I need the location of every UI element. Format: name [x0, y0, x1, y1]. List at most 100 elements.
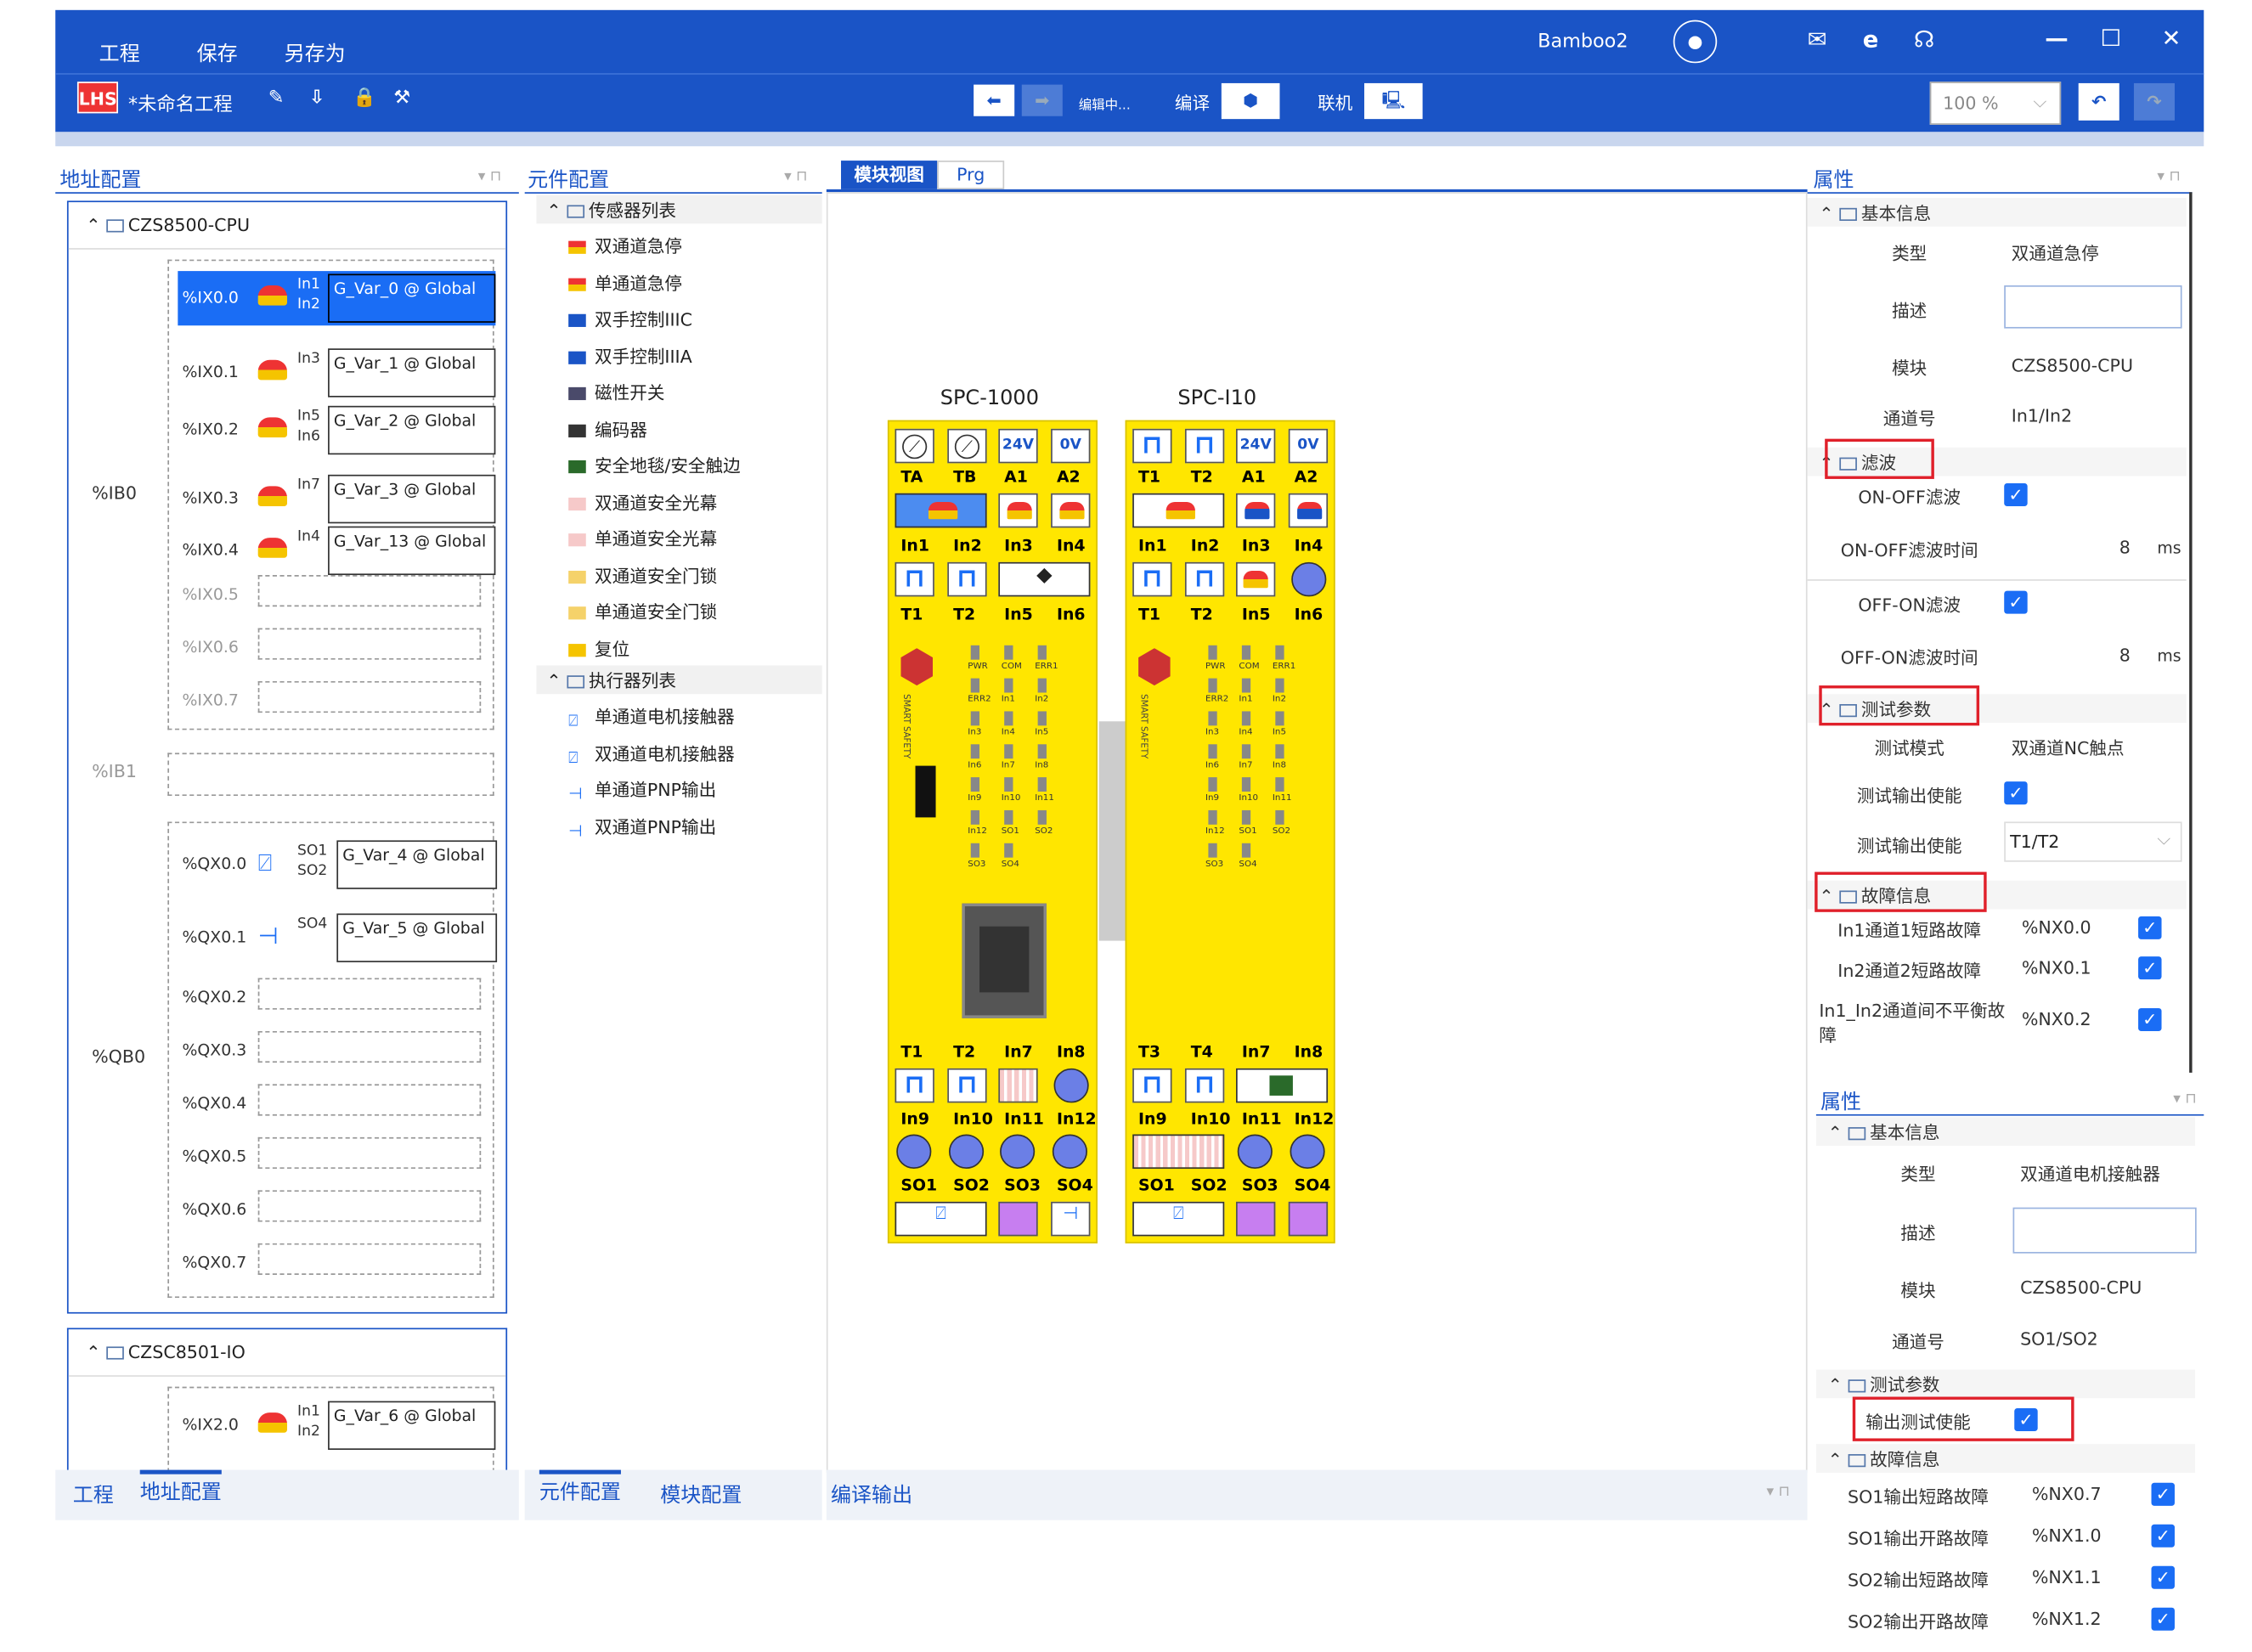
library-sensor-item[interactable]: 编码器	[568, 416, 647, 441]
variable-box[interactable]: G_Var_2 @ Global	[328, 405, 496, 455]
checkbox[interactable]: ✓	[2004, 482, 2028, 507]
empty-slot[interactable]	[257, 1243, 482, 1275]
online-button[interactable]: 🖳	[1363, 82, 1423, 120]
menu-save-as[interactable]: 另存为	[285, 39, 346, 68]
sensor-group-header[interactable]: ⌃ 传感器列表	[546, 198, 676, 223]
description-input[interactable]	[2012, 1207, 2197, 1254]
test-output-select[interactable]: T1/T2 ⌵	[2004, 821, 2182, 862]
browser-icon[interactable]: e	[1863, 25, 1879, 53]
transistor-cell[interactable]: ⊣	[1051, 1201, 1091, 1237]
pulse-cell[interactable]: ⊓	[1184, 428, 1225, 464]
wechat-icon[interactable]: ✉	[1808, 25, 1827, 53]
variable-box[interactable]: G_Var_6 @ Global	[328, 1401, 496, 1450]
power-cell[interactable]: 24V	[998, 428, 1038, 464]
input-row[interactable]: %IX0.4 In4 G_Var_13 @ Global	[182, 523, 496, 578]
terminal-cell[interactable]	[1051, 493, 1091, 528]
empty-input-circle[interactable]	[1053, 1068, 1089, 1103]
library-actuator-item[interactable]: ⍁ 双通道电机接触器	[568, 741, 735, 766]
power-cell[interactable]: 0V	[1288, 428, 1329, 464]
magnet-switch-cell[interactable]: ◆	[998, 561, 1091, 597]
tab-prg[interactable]: Prg	[937, 161, 1005, 189]
empty-input-circle[interactable]	[896, 1134, 932, 1170]
contactor-cell[interactable]: ⍁	[895, 1201, 987, 1237]
pulse-cell[interactable]: ⊓	[947, 561, 987, 597]
support-icon[interactable]: ☊	[1914, 25, 1934, 53]
library-sensor-item[interactable]: 双通道安全光幕	[568, 490, 717, 515]
variable-box[interactable]: G_Var_3 @ Global	[328, 474, 496, 524]
checkbox[interactable]: ✓	[2138, 916, 2162, 939]
estop-channel-cell[interactable]	[1132, 493, 1225, 528]
terminal-cell[interactable]	[1235, 561, 1276, 597]
pulse-cell[interactable]: ⊓	[1132, 1068, 1172, 1103]
forward-arrow-icon[interactable]: ➡	[1021, 84, 1063, 116]
tool-icon[interactable]: ⚒	[393, 87, 410, 109]
compile-button[interactable]: ⬢	[1221, 82, 1280, 120]
input-row[interactable]: %IX0.3 In7 G_Var_3 @ Global	[182, 471, 496, 526]
light-curtain-cell[interactable]	[998, 1068, 1038, 1103]
library-actuator-item[interactable]: ⍁ 单通道电机接触器	[568, 704, 735, 730]
checkbox[interactable]: ✓	[2138, 1007, 2162, 1031]
input-row[interactable]: %IX0.1 In3 G_Var_1 @ Global	[182, 346, 496, 400]
user-avatar-icon[interactable]: ●	[1673, 20, 1718, 64]
library-sensor-item[interactable]: 双手控制IIIA	[568, 343, 692, 368]
checkbox[interactable]: ✓	[2138, 956, 2162, 980]
empty-slot[interactable]	[257, 1030, 482, 1063]
terminal-cell[interactable]	[1235, 493, 1276, 528]
variable-box[interactable]: G_Var_5 @ Global	[336, 913, 498, 962]
variable-box[interactable]: G_Var_0 @ Global	[328, 273, 496, 323]
output-cell[interactable]	[1288, 1201, 1329, 1237]
library-actuator-item[interactable]: ⊣ 双通道PNP输出	[568, 814, 716, 840]
terminal-cell[interactable]	[1288, 493, 1329, 528]
library-sensor-item[interactable]: 单通道急停	[568, 270, 682, 295]
panel-pin-icon[interactable]: ▾ ⊓	[1767, 1484, 1790, 1500]
checkbox[interactable]: ✓	[2151, 1607, 2175, 1631]
empty-slot[interactable]	[257, 680, 482, 713]
tab-component-config[interactable]: 元件配置	[539, 1469, 621, 1506]
zoom-select[interactable]: 100 % ⌵	[1929, 82, 2062, 125]
empty-input-circle[interactable]	[1291, 561, 1327, 597]
library-sensor-item[interactable]: 单通道安全光幕	[568, 527, 717, 551]
empty-slot[interactable]	[257, 1190, 482, 1222]
checkbox[interactable]: ✓	[2151, 1482, 2175, 1506]
library-sensor-item[interactable]: 双手控制IIIC	[568, 307, 692, 331]
empty-input-circle[interactable]	[1052, 1134, 1087, 1170]
input-row[interactable]: %IX0.2 In5 In6 G_Var_2 @ Global	[182, 403, 496, 457]
empty-input-circle[interactable]	[1237, 1134, 1273, 1170]
module-io-header[interactable]: ⌃ CZSC8501-IO	[86, 1342, 246, 1362]
empty-input-circle[interactable]	[948, 1134, 985, 1170]
library-sensor-item[interactable]: 复位	[568, 636, 629, 661]
section-header[interactable]: ⌃ 故障信息	[1828, 1447, 1940, 1472]
back-arrow-icon[interactable]: ⬅	[974, 84, 1015, 116]
panel-pin-icon[interactable]: ▾ ⊓	[2157, 169, 2180, 185]
empty-slot[interactable]	[257, 1136, 482, 1170]
terminal-cell[interactable]	[998, 493, 1038, 528]
checkbox[interactable]: ✓	[2004, 781, 2028, 805]
output-cell[interactable]	[1235, 1201, 1276, 1237]
input-row[interactable]: %IX2.0 In1 In2 G_Var_6 @ Global	[182, 1398, 496, 1452]
tab-address-config[interactable]: 地址配置	[139, 1469, 222, 1506]
power-cell[interactable]: 24V	[1235, 428, 1276, 464]
input-row[interactable]: %IX0.0 In1 In2 G_Var_0 @ Global	[182, 271, 496, 325]
menu-project[interactable]: 工程	[99, 39, 140, 68]
pulse-cell[interactable]: ⊓	[947, 1068, 987, 1103]
tab-module-view[interactable]: 模块视图	[841, 161, 938, 189]
download-icon[interactable]: ⇩	[309, 87, 325, 109]
fuse-cell[interactable]: ⟋	[947, 428, 987, 464]
light-curtain-cell[interactable]	[1132, 1134, 1225, 1170]
undo-icon[interactable]: ↶	[2078, 82, 2119, 121]
maximize-icon[interactable]: ☐	[2100, 25, 2121, 52]
pulse-cell[interactable]: ⊓	[1184, 1068, 1225, 1103]
library-sensor-item[interactable]: 磁性开关	[568, 380, 664, 404]
empty-input-circle[interactable]	[1000, 1134, 1036, 1170]
mat-cell[interactable]	[1235, 1068, 1329, 1103]
empty-slot[interactable]	[257, 978, 482, 1010]
library-sensor-item[interactable]: 安全地毯/安全触边	[568, 454, 741, 478]
contactor-cell[interactable]: ⍁	[1132, 1201, 1225, 1237]
actuator-group-header[interactable]: ⌃ 执行器列表	[546, 668, 676, 693]
module-cpu-header[interactable]: ⌃ CZS8500-CPU	[86, 215, 250, 235]
fuse-cell[interactable]: ⟋	[895, 428, 934, 464]
pulse-cell[interactable]: ⊓	[1132, 428, 1172, 464]
estop-channel-cell[interactable]	[895, 493, 987, 528]
empty-input-circle[interactable]	[1290, 1134, 1325, 1170]
edit-icon[interactable]: ✎	[268, 87, 285, 109]
